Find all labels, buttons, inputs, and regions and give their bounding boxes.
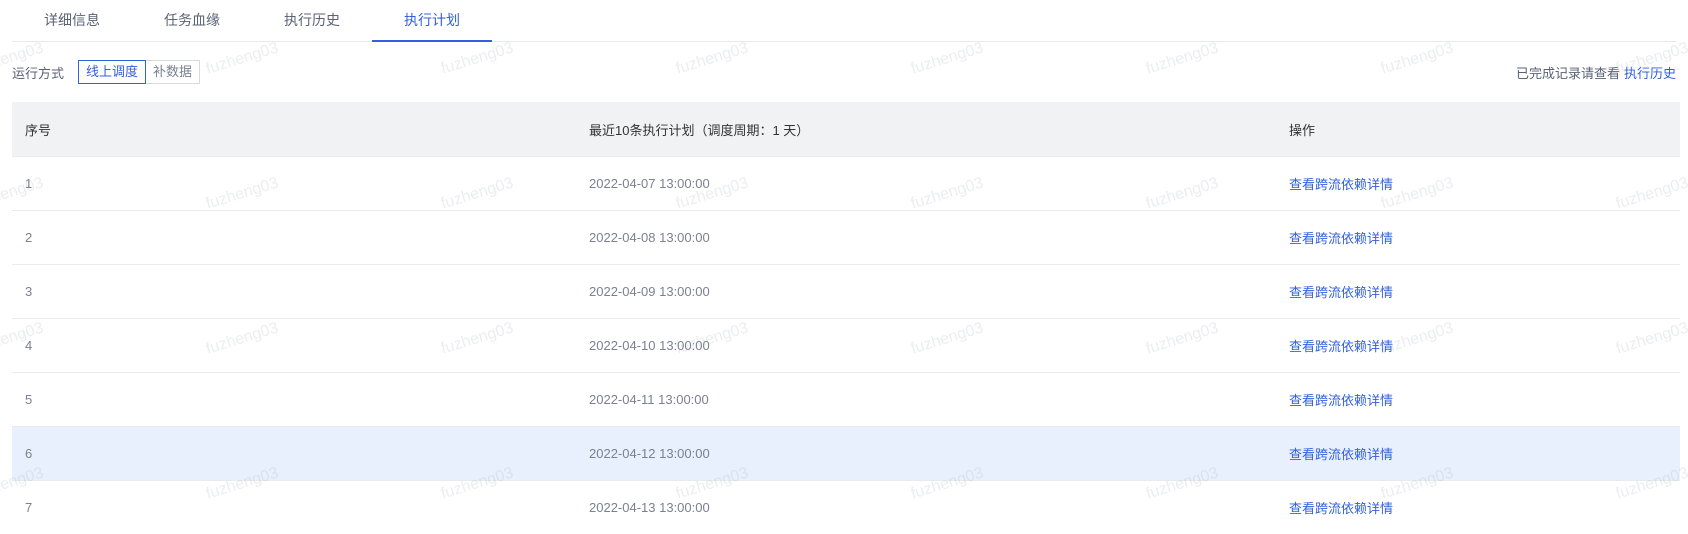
row-time: 2022-04-10 13:00:00 (589, 338, 710, 353)
tab-execution-plan[interactable]: 执行计划 (372, 0, 492, 42)
tab-lineage[interactable]: 任务血缘 (132, 0, 252, 41)
table-row-hovered: 6 2022-04-12 13:00:00 查看跨流依赖详情 (12, 426, 1680, 480)
table-row: 4 2022-04-10 13:00:00 查看跨流依赖详情 (12, 318, 1680, 372)
run-mode-online-button[interactable]: 线上调度 (78, 60, 147, 84)
row-index: 4 (25, 338, 33, 353)
column-header-plan: 最近10条执行计划（调度周期：1 天） (589, 122, 810, 138)
tab-execution-history[interactable]: 执行历史 (252, 0, 372, 41)
run-mode-toggle: 线上调度 补数据 (78, 60, 201, 84)
row-index: 1 (25, 176, 33, 191)
row-time: 2022-04-08 13:00:00 (589, 230, 710, 245)
view-dependency-link[interactable]: 查看跨流依赖详情 (1289, 231, 1393, 246)
table-row: 1 2022-04-07 13:00:00 查看跨流依赖详情 (12, 156, 1680, 210)
row-time: 2022-04-13 13:00:00 (589, 500, 710, 515)
view-dependency-link[interactable]: 查看跨流依赖详情 (1289, 285, 1393, 300)
detail-tabs: 详细信息 任务血缘 执行历史 执行计划 (12, 0, 1676, 42)
row-index: 3 (25, 284, 33, 299)
row-index: 7 (25, 500, 33, 515)
history-note-text: 已完成记录请查看 (1515, 66, 1620, 81)
history-link[interactable]: 执行历史 (1624, 66, 1676, 81)
run-mode-label: 运行方式 (12, 65, 65, 81)
row-time: 2022-04-09 13:00:00 (589, 284, 710, 299)
row-index: 2 (25, 230, 33, 245)
row-index: 5 (25, 392, 33, 407)
table-row: 5 2022-04-11 13:00:00 查看跨流依赖详情 (12, 372, 1680, 426)
column-header-index: 序号 (25, 122, 52, 138)
tab-details[interactable]: 详细信息 (12, 0, 132, 41)
view-dependency-link[interactable]: 查看跨流依赖详情 (1289, 447, 1393, 462)
view-dependency-link[interactable]: 查看跨流依赖详情 (1289, 177, 1393, 192)
view-dependency-link[interactable]: 查看跨流依赖详情 (1289, 501, 1393, 516)
history-note: 已完成记录请查看 执行历史 (1516, 63, 1676, 82)
run-mode-bar: 运行方式 线上调度 补数据 已完成记录请查看 执行历史 (12, 60, 1676, 84)
execution-plan-table: 序号 最近10条执行计划（调度周期：1 天） 操作 1 2022-04-07 1… (12, 102, 1680, 534)
column-header-action: 操作 (1289, 122, 1316, 138)
row-time: 2022-04-11 13:00:00 (589, 392, 709, 407)
table-row: 3 2022-04-09 13:00:00 查看跨流依赖详情 (12, 264, 1680, 318)
table-row: 7 2022-04-13 13:00:00 查看跨流依赖详情 (12, 480, 1680, 534)
run-mode-backfill-button[interactable]: 补数据 (145, 60, 201, 84)
view-dependency-link[interactable]: 查看跨流依赖详情 (1289, 393, 1393, 408)
table-header: 序号 最近10条执行计划（调度周期：1 天） 操作 (12, 102, 1680, 156)
execution-plan-panel: 详细信息 任务血缘 执行历史 执行计划 运行方式 线上调度 补数据 已完成记录请… (0, 0, 1688, 534)
row-time: 2022-04-12 13:00:00 (589, 446, 710, 461)
view-dependency-link[interactable]: 查看跨流依赖详情 (1289, 339, 1393, 354)
row-index: 6 (25, 446, 33, 461)
table-row: 2 2022-04-08 13:00:00 查看跨流依赖详情 (12, 210, 1680, 264)
row-time: 2022-04-07 13:00:00 (589, 176, 710, 191)
